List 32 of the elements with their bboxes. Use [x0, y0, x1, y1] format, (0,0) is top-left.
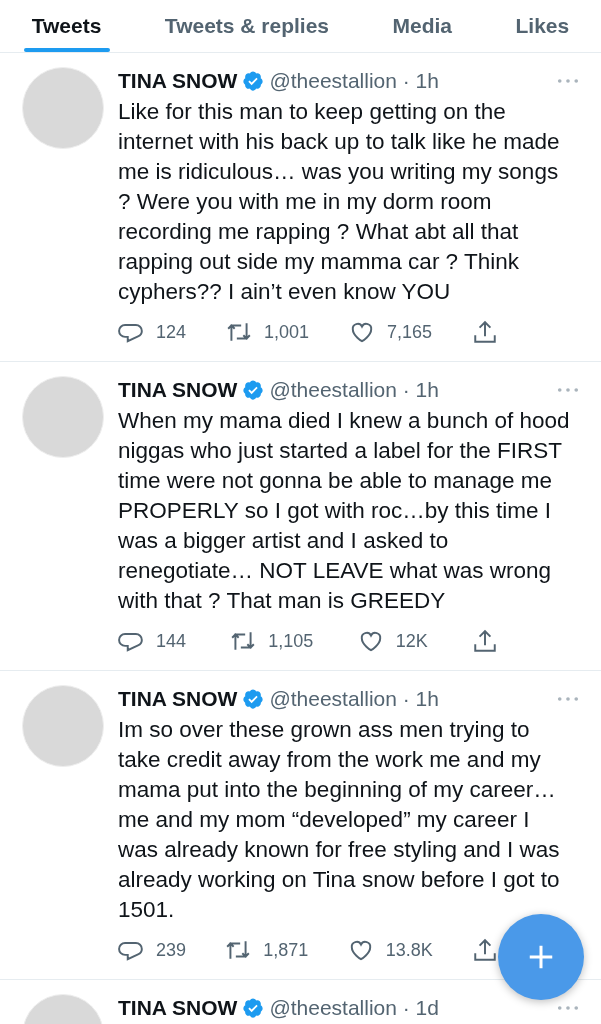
handle-and-time: @theestallion · 1h: [269, 69, 439, 93]
share-icon[interactable]: [471, 628, 498, 654]
reply-count: 144: [156, 630, 187, 652]
share-icon[interactable]: [472, 937, 498, 963]
reply-count: 124: [156, 321, 187, 343]
retweet-count: 1,871: [263, 939, 309, 961]
handle-and-time: @theestallion · 1h: [269, 378, 439, 402]
display-name: TINA SNOW: [118, 687, 238, 711]
verified-badge-icon: [242, 688, 265, 710]
compose-button[interactable]: [498, 914, 584, 1000]
like-count: 12K: [395, 630, 428, 652]
like-count: 7,165: [387, 321, 433, 343]
retweet-count: 1,001: [264, 321, 310, 343]
verified-badge-icon: [242, 70, 265, 92]
display-name: TINA SNOW: [118, 996, 238, 1020]
handle-and-time: @theestallion · 1h: [269, 687, 439, 711]
verified-badge-icon: [242, 379, 265, 401]
handle-and-time: @theestallion · 1d: [269, 996, 439, 1020]
profile-tab[interactable]: Likes: [483, 0, 601, 52]
reply-count: 239: [156, 939, 187, 961]
retweet-count: 1,105: [268, 630, 314, 652]
profile-tab[interactable]: Tweets: [0, 0, 134, 52]
display-name: TINA SNOW: [118, 378, 238, 402]
tweet-text: Im so over these grown ass men trying to take credit away from the work me and my mama put into the beginning of my career… me and my mom “developed” my career I was already known for free styling and I was already working on Tina snow before I got to 1501.: [118, 716, 561, 924]
verified-badge-icon: [242, 997, 265, 1019]
share-icon[interactable]: [472, 319, 498, 345]
tweet-text: When my mama died I knew a bunch of hood niggas who just started a label for the FIRST time were not gonna be able to manage me PROPERLY so I got with roc…by this time I was a bigger artist and I asked to renegotiate… NOT LEAVE what was wrong with that ? That man is GREEDY: [118, 407, 571, 615]
profile-tab[interactable]: Media: [360, 0, 484, 52]
display-name: TINA SNOW: [118, 69, 238, 93]
like-count: 13.8K: [385, 939, 433, 961]
tweet-text: Like for this man to keep getting on the internet with his back up to talk like he made me is ridiculous… was you writing my songs ? Were you with me in my dorm room recording me rapping ? What abt all that rapping out side my mamma car ? Think cyphers?? I ain’t even know YOU: [118, 98, 561, 306]
profile-tab[interactable]: Tweets & replies: [133, 0, 361, 52]
